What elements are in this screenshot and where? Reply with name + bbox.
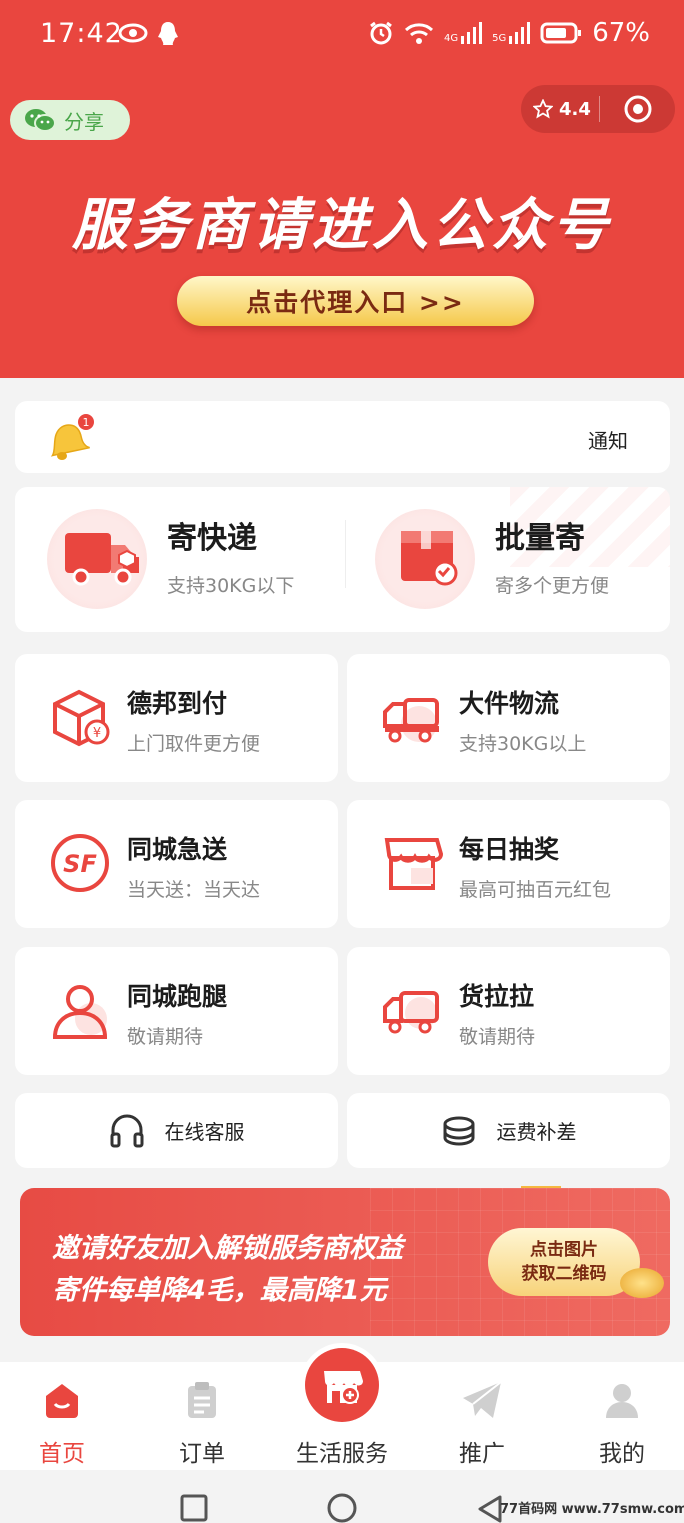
online-support-label: 在线客服 [164, 1120, 245, 1144]
service-card-debang[interactable]: ¥ 德邦到付 上门取件更方便 [15, 654, 338, 782]
service-subtitle: 支持30KG以上 [459, 733, 587, 755]
miniapp-capsule: 4.4 [521, 85, 675, 133]
coins-icon [443, 1116, 474, 1146]
service-title: 大件物流 [459, 689, 560, 718]
tab-promote[interactable]: 推广 [414, 1362, 550, 1470]
service-card-daily-lottery[interactable]: 每日抽奖 最高可抽百元红包 [347, 800, 670, 928]
big-truck-icon [383, 698, 439, 743]
share-label: 分享 [64, 109, 104, 134]
net-4g-label: 4G [443, 33, 459, 44]
truck-icon [65, 533, 139, 586]
signal-5g: 5G [492, 22, 531, 44]
tab-mine[interactable]: 我的 [554, 1362, 684, 1470]
svg-text:SF: SF [63, 850, 97, 878]
service-title: 每日抽奖 [459, 835, 560, 864]
close-miniapp-button[interactable] [600, 94, 675, 124]
watermark-text: 77首码网 www.77smw.com [500, 1502, 684, 1517]
tab-home[interactable]: 首页 [0, 1362, 130, 1470]
tab-orders[interactable]: 订单 [134, 1362, 270, 1470]
box-stack-icon [401, 531, 458, 586]
freight-adjust-label: 运费补差 [496, 1120, 577, 1144]
shipping-card: 寄快递 支持30KG以下 批量寄 寄多个更方便 [15, 487, 670, 632]
signal-bars-icon [509, 22, 531, 44]
van-icon [383, 991, 439, 1034]
agent-entry-button[interactable]: 点击代理入口 >> [177, 276, 534, 326]
freight-adjust-button[interactable]: 运费补差 [347, 1093, 670, 1168]
send-express-subtitle: 支持30KG以下 [167, 575, 295, 597]
service-card-big-logistics[interactable]: 大件物流 支持30KG以上 [347, 654, 670, 782]
life-services-fab[interactable] [305, 1348, 379, 1422]
home-button-icon[interactable] [326, 1492, 358, 1523]
box-yen-icon: ¥ [53, 689, 110, 747]
status-bar: 17:42 4G 5G 67% [0, 0, 684, 70]
service-card-same-city-express[interactable]: SF 同城急送 当天送：当天达 [15, 800, 338, 928]
batch-send-title: 批量寄 [495, 521, 585, 556]
tab-label: 生活服务 [296, 1441, 388, 1467]
headset-icon [110, 1114, 143, 1147]
invite-banner[interactable]: 邀请好友加入解锁服务商权益 寄件每单降4毛，最高降1元 点击图片 获取二维码 [20, 1188, 670, 1336]
sf-logo-icon: SF [51, 834, 109, 892]
service-title: 德邦到付 [127, 689, 228, 718]
rating-value: 4.4 [559, 98, 591, 120]
status-time: 17:42 [40, 18, 123, 49]
alarm-icon [370, 21, 392, 45]
tab-label: 订单 [179, 1441, 225, 1467]
person-icon [52, 985, 108, 1039]
paper-plane-icon [463, 1381, 502, 1418]
service-subtitle: 敬请期待 [127, 1026, 204, 1048]
wechat-icon [25, 109, 56, 132]
battery-icon [540, 22, 582, 44]
home-icon [46, 1384, 78, 1418]
user-icon [606, 1384, 638, 1418]
service-title: 货拉拉 [459, 982, 535, 1011]
store-add-icon [324, 1371, 363, 1404]
tab-label: 首页 [39, 1441, 85, 1467]
service-subtitle: 敬请期待 [459, 1026, 536, 1048]
hero-banner[interactable]: 17:42 4G 5G 67% 分享 4.4 服务商请进入公众号 点击代理入口 … [0, 0, 684, 378]
notice-label: 通知 [588, 429, 628, 453]
recents-button-icon[interactable] [180, 1494, 208, 1522]
service-title: 同城跑腿 [127, 982, 228, 1011]
service-card-errand[interactable]: 同城跑腿 敬请期待 [15, 947, 338, 1075]
notice-badge: 1 [83, 416, 90, 429]
svg-text:¥: ¥ [93, 726, 101, 741]
tab-label: 推广 [459, 1441, 505, 1467]
service-title: 同城急送 [127, 835, 228, 864]
status-right: 4G 5G 67% [368, 18, 650, 48]
rating-button[interactable]: 4.4 [521, 99, 599, 120]
target-icon [624, 95, 651, 123]
online-support-button[interactable]: 在线客服 [15, 1093, 338, 1168]
service-subtitle: 上门取件更方便 [127, 733, 261, 755]
eye-icon [118, 23, 148, 43]
notice-bar[interactable]: 通知 [15, 401, 670, 473]
service-subtitle: 最高可抽百元红包 [459, 879, 612, 901]
star-icon [533, 99, 553, 119]
wifi-icon [404, 23, 433, 44]
signal-4g: 4G [443, 22, 483, 44]
banner-title: 服务商请进入公众号 [72, 193, 612, 258]
invite-subline: 寄件每单降4毛，最高降1元 [52, 1275, 387, 1306]
battery-percent: 67% [592, 18, 650, 48]
net-5g-label: 5G [492, 33, 507, 44]
invite-headline: 邀请好友加入解锁服务商权益 [52, 1233, 403, 1264]
signal-bars-icon [461, 22, 483, 44]
bell-icon: 1 [50, 414, 94, 460]
send-express-title: 寄快递 [167, 521, 257, 556]
service-subtitle: 当天送：当天达 [127, 879, 261, 901]
share-button[interactable]: 分享 [10, 100, 130, 140]
qq-icon [158, 22, 178, 45]
clipboard-icon [188, 1382, 216, 1418]
qrcode-button-line2: 获取二维码 [521, 1264, 607, 1284]
coin-decoration [620, 1268, 664, 1298]
shop-icon [384, 838, 443, 890]
tab-label: 我的 [599, 1441, 645, 1467]
batch-send-button[interactable]: 批量寄 寄多个更方便 [345, 487, 665, 632]
batch-send-subtitle: 寄多个更方便 [495, 575, 610, 597]
service-card-lalamove[interactable]: 货拉拉 敬请期待 [347, 947, 670, 1075]
qrcode-button-line1: 点击图片 [530, 1240, 598, 1260]
send-express-button[interactable]: 寄快递 支持30KG以下 [15, 487, 335, 632]
get-qrcode-button[interactable]: 点击图片 获取二维码 [488, 1228, 640, 1296]
